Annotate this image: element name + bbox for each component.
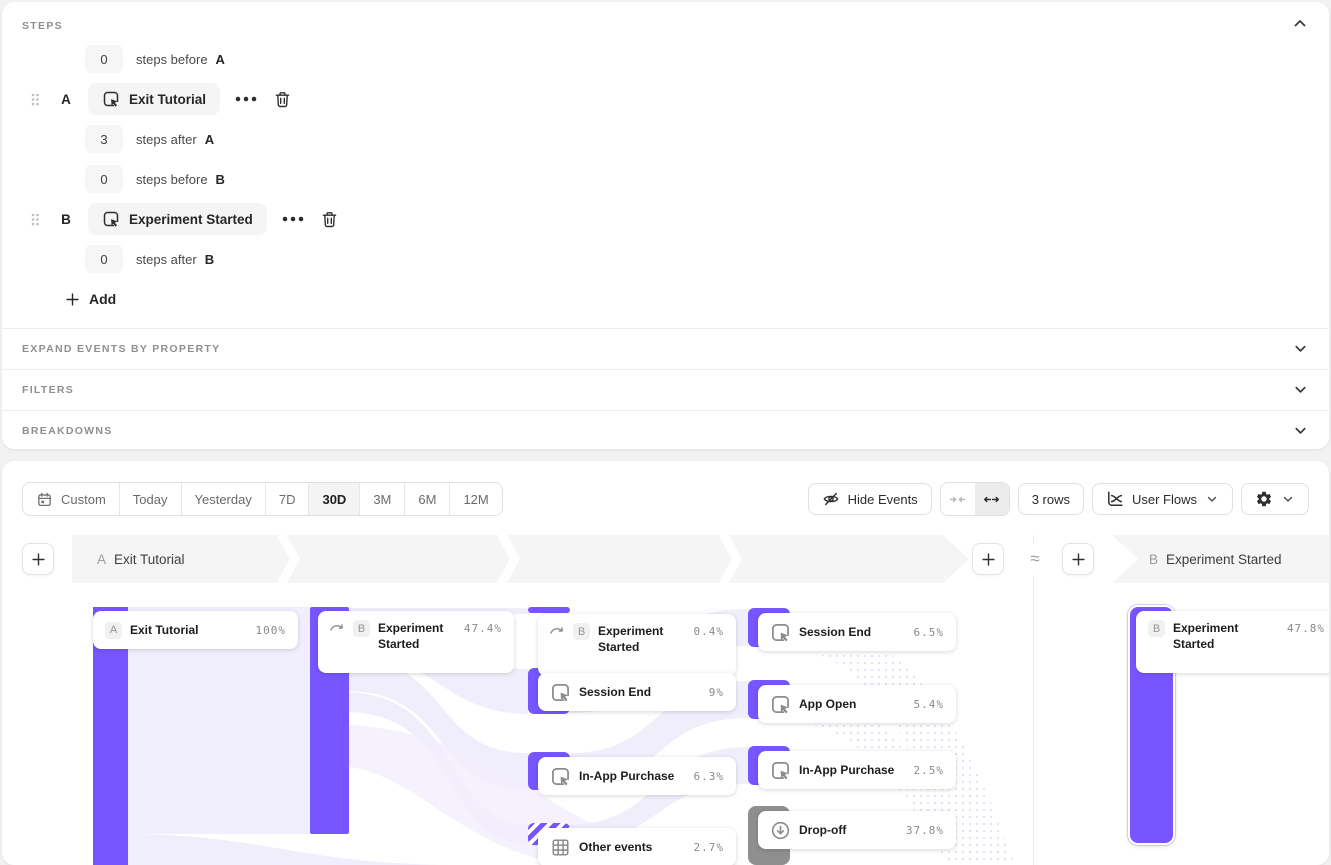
step-b-letter: B — [60, 212, 72, 227]
step-badge: B — [1148, 620, 1165, 637]
jump-arrow-icon — [550, 625, 565, 636]
add-step-after-a-button[interactable] — [972, 543, 1004, 575]
query-builder-panel: STEPS 0 steps before A A Exit Tutorial 3… — [2, 2, 1329, 449]
settings-dropdown[interactable] — [1241, 483, 1309, 515]
gear-icon — [1255, 490, 1273, 508]
grid-icon — [550, 837, 571, 858]
step-b-band-label: B Experiment Started — [1149, 535, 1282, 583]
drag-handle-icon[interactable] — [31, 213, 39, 226]
add-step-button[interactable]: Add — [65, 291, 116, 307]
band-chevron-separator-icon — [498, 535, 520, 583]
band-chevron-separator-icon — [720, 535, 742, 583]
add-step-before-b-button[interactable] — [1062, 543, 1094, 575]
bar-experiment-started-04[interactable] — [528, 607, 570, 613]
band-chevron-separator-icon — [278, 535, 300, 583]
date-6m[interactable]: 6M — [404, 483, 449, 515]
step-badge: B — [353, 620, 370, 637]
collapse-columns-button[interactable] — [941, 483, 975, 515]
steps-section-title: STEPS — [22, 20, 63, 32]
chevron-down-icon — [1292, 381, 1309, 398]
calendar-icon — [36, 491, 53, 508]
chevron-down-icon — [1292, 340, 1309, 357]
step-a-row: A Exit Tutorial — [22, 83, 1309, 115]
date-30d-selected[interactable]: 30D — [308, 483, 359, 515]
drag-handle-icon[interactable] — [31, 93, 39, 106]
section-breakdowns[interactable]: BREAKDOWNS — [2, 410, 1329, 451]
node-session-end-9[interactable]: Session End 9% — [538, 673, 736, 711]
chevron-down-icon — [1205, 492, 1219, 506]
date-7d[interactable]: 7D — [265, 483, 309, 515]
step-b-delete-icon[interactable] — [320, 210, 339, 229]
arrows-outward-icon — [983, 491, 1000, 508]
node-experiment-started-478[interactable]: B Experiment Started 47.8% — [1136, 611, 1329, 673]
step-b-event-button[interactable]: Experiment Started — [88, 203, 267, 235]
node-in-app-purchase-25[interactable]: In-App Purchase 2.5% — [758, 751, 956, 789]
step-badge: B — [573, 623, 590, 640]
steps-before-a-input[interactable]: 0 — [85, 45, 123, 73]
plus-icon — [65, 292, 80, 307]
node-app-open[interactable]: App Open 5.4% — [758, 685, 956, 723]
event-icon — [550, 766, 571, 787]
add-step-before-a-button[interactable] — [22, 543, 54, 575]
chevron-down-icon — [1292, 422, 1309, 439]
column-divider — [1033, 535, 1034, 865]
step-a-letter: A — [60, 92, 72, 107]
date-3m[interactable]: 3M — [359, 483, 404, 515]
step-b-row: B Experiment Started — [22, 203, 1309, 235]
arrows-inward-icon — [949, 491, 966, 508]
node-session-end-65[interactable]: Session End 6.5% — [758, 613, 956, 651]
node-in-app-purchase-63[interactable]: In-App Purchase 6.3% — [538, 757, 736, 795]
steps-after-a-input[interactable]: 3 — [85, 125, 123, 153]
step-a-delete-icon[interactable] — [273, 90, 292, 109]
steps-after-a-row: 3 steps after A — [85, 125, 1309, 153]
approx-symbol: ≈ — [1023, 543, 1047, 575]
chevron-down-icon — [1281, 492, 1295, 506]
date-12m[interactable]: 12M — [449, 483, 501, 515]
steps-before-a-row: 0 steps before A — [85, 45, 1309, 73]
step-a-band-label: A Exit Tutorial — [97, 535, 185, 583]
event-icon — [770, 622, 791, 643]
step-a-more-icon[interactable] — [235, 95, 257, 103]
event-icon — [102, 210, 120, 228]
date-range-selector: Custom Today Yesterday 7D 30D 3M 6M 12M — [22, 482, 503, 516]
date-custom[interactable]: Custom — [23, 483, 119, 515]
jump-arrow-icon — [330, 622, 345, 633]
eye-off-icon — [822, 490, 840, 508]
hide-events-button[interactable]: Hide Events — [808, 483, 932, 515]
step-badge: A — [105, 622, 122, 639]
event-icon — [102, 90, 120, 108]
steps-before-a-label: steps before — [136, 52, 208, 67]
column-width-toggle — [940, 482, 1010, 516]
event-icon — [550, 682, 571, 703]
node-other-events[interactable]: Other events 2.7% — [538, 828, 736, 865]
expand-columns-button[interactable] — [975, 483, 1009, 515]
rows-count-button[interactable]: 3 rows — [1018, 483, 1084, 515]
steps-after-b-input[interactable]: 0 — [85, 245, 123, 273]
section-filters[interactable]: FILTERS — [2, 369, 1329, 410]
steps-before-b-row: 0 steps before B — [85, 165, 1309, 193]
step-b-more-icon[interactable] — [282, 215, 304, 223]
node-experiment-started-04[interactable]: B Experiment Started 0.4% — [538, 614, 736, 676]
section-expand-events-by-property[interactable]: EXPAND EVENTS BY PROPERTY — [2, 328, 1329, 369]
event-icon — [770, 694, 791, 715]
date-yesterday[interactable]: Yesterday — [181, 483, 265, 515]
steps-after-b-row: 0 steps after B — [85, 245, 1309, 273]
steps-before-b-input[interactable]: 0 — [85, 165, 123, 193]
view-type-dropdown[interactable]: User Flows — [1092, 483, 1233, 515]
event-icon — [770, 760, 791, 781]
date-today[interactable]: Today — [119, 483, 181, 515]
step-a-event-button[interactable]: Exit Tutorial — [88, 83, 220, 115]
user-flows-chart-icon — [1106, 490, 1124, 508]
node-experiment-started-47[interactable]: B Experiment Started 47.4% — [318, 611, 514, 673]
report-toolbar: Custom Today Yesterday 7D 30D 3M 6M 12M … — [2, 461, 1329, 516]
sankey-flow-canvas: A Exit Tutorial B Experiment Started ≈ — [2, 535, 1329, 865]
node-exit-tutorial[interactable]: A Exit Tutorial 100% — [93, 611, 298, 649]
collapse-steps-chevron-up-icon[interactable] — [1291, 14, 1309, 32]
drop-off-icon — [770, 820, 791, 841]
step-a-header-band[interactable] — [72, 535, 969, 583]
flows-report-panel: Custom Today Yesterday 7D 30D 3M 6M 12M … — [2, 461, 1329, 865]
node-drop-off[interactable]: Drop-off 37.8% — [758, 811, 956, 849]
